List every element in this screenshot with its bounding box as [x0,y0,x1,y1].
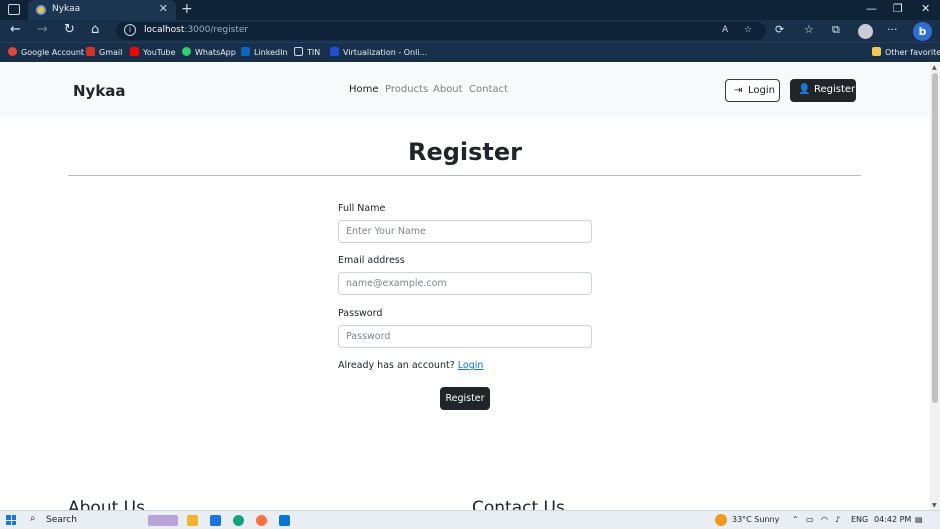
nav-about[interactable]: About [433,84,463,95]
tab-actions-icon[interactable] [8,4,20,15]
bookmark-youtube[interactable]: YouTube [130,47,176,57]
file-explorer-icon[interactable] [187,515,198,526]
language-indicator[interactable]: ENG [851,515,868,524]
contact-us-heading: Contact Us [472,498,565,510]
mail-icon[interactable] [210,515,221,526]
home-icon[interactable]: ⌂ [91,22,99,37]
email-input[interactable] [338,272,592,295]
divider [68,175,861,176]
new-tab-icon[interactable]: + [181,1,193,17]
page-scrollbar[interactable]: ▲ ▼ [930,63,940,510]
restore-icon[interactable]: ❐ [893,2,903,15]
refresh-icon[interactable]: ↻ [64,22,75,37]
clock[interactable]: 04:42 PM [874,515,911,524]
firefox-icon[interactable] [256,515,267,526]
bookmark-virtualization[interactable]: Virtualization - Onli... [330,47,427,57]
password-input[interactable] [338,325,592,348]
windows-taskbar: ⌕ Search 33°C Sunny ⌃ ▭ ◠ ♪ ENG 04:42 PM… [0,510,940,529]
vscode-icon[interactable] [279,515,290,526]
google-icon [8,47,17,56]
back-icon[interactable]: ← [10,22,21,37]
wifi-icon[interactable]: ◠ [821,515,828,524]
browser-tab[interactable]: Nykaa ✕ [28,0,176,20]
more-menu-icon[interactable]: ··· [887,23,898,36]
profile-avatar[interactable] [858,24,873,39]
weather-text[interactable]: 33°C Sunny [732,515,779,524]
taskbar-search[interactable]: Search [46,515,77,525]
edge-icon[interactable] [233,515,244,526]
browser-toolbar: ← → ↻ ⌂ i localhost:3000/register A ☆ ⟳ … [0,20,940,42]
bookmarks-bar: Google Account Gmail YouTube WhatsApp Li… [0,42,940,62]
youtube-icon [130,47,139,56]
login-link[interactable]: Login [458,360,484,371]
full-name-input[interactable] [338,220,592,243]
linkedin-icon [241,47,250,56]
search-icon[interactable]: ⌕ [30,513,36,524]
page-title: Register [407,138,523,166]
volume-icon[interactable]: ♪ [835,515,840,524]
scroll-up-icon[interactable]: ▲ [932,64,937,71]
site-navbar: Nykaa Home Products About Contact ⇥ Logi… [0,63,930,117]
bookmark-tin[interactable]: TIN [294,47,320,57]
scroll-thumb[interactable] [932,73,938,403]
folder-icon [872,47,881,56]
email-label: Email address [338,255,405,266]
tab-title: Nykaa [52,4,81,14]
bookmark-whatsapp[interactable]: WhatsApp [182,47,236,57]
bookmark-gmail[interactable]: Gmail [86,47,122,57]
battery-icon[interactable]: ▭ [806,515,814,524]
sign-in-icon: ⇥ [734,85,743,96]
notifications-icon[interactable]: ▤ [915,515,923,524]
whatsapp-icon [182,47,191,56]
user-plus-icon: 👤 [798,84,811,95]
full-name-label: Full Name [338,203,386,214]
login-button[interactable]: ⇥ Login [725,79,780,102]
register-nav-button[interactable]: 👤 Register [790,79,856,102]
register-submit-button[interactable]: Register [440,387,490,410]
forward-icon[interactable]: → [37,22,48,37]
gmail-icon [86,47,95,56]
password-label: Password [338,308,383,319]
tab-favicon-icon [36,5,46,15]
site-info-icon[interactable]: i [124,24,136,36]
favorites-icon[interactable]: ☆ [804,23,814,36]
search-highlight-icon[interactable] [148,515,178,526]
browser-tab-bar: Nykaa ✕ + — ❐ ✕ [0,0,940,20]
tray-chevron-icon[interactable]: ⌃ [792,515,799,524]
nav-home[interactable]: Home [349,84,379,95]
scroll-down-icon[interactable]: ▼ [932,502,937,509]
close-window-icon[interactable]: ✕ [921,2,930,15]
about-us-heading: About Us [68,498,145,510]
windows-start-icon[interactable] [6,515,16,525]
page-icon [294,47,303,56]
url-text[interactable]: localhost:3000/register [144,25,248,35]
favorite-add-icon[interactable]: ☆ [744,25,752,35]
minimize-icon[interactable]: — [866,2,877,15]
notion-icon [330,47,339,56]
tab-close-icon[interactable]: ✕ [159,2,168,15]
brand-logo[interactable]: Nykaa [73,82,126,100]
bookmark-google-account[interactable]: Google Account [8,47,84,57]
other-favorites[interactable]: Other favorites [872,47,940,57]
nav-products[interactable]: Products [385,84,428,95]
bing-copilot-icon[interactable]: b [913,22,932,41]
extensions-icon[interactable]: ⟳ [775,23,784,36]
page-viewport: Nykaa Home Products About Contact ⇥ Logi… [0,63,930,510]
collections-icon[interactable]: ⧉ [832,23,840,37]
weather-sun-icon [715,514,727,526]
already-account-text: Already has an account? Login [338,360,484,371]
bookmark-linkedin[interactable]: LinkedIn [241,47,288,57]
nav-contact[interactable]: Contact [469,84,508,95]
address-bar[interactable]: i localhost:3000/register A ☆ [116,22,766,40]
read-aloud-icon[interactable]: A [722,25,728,35]
